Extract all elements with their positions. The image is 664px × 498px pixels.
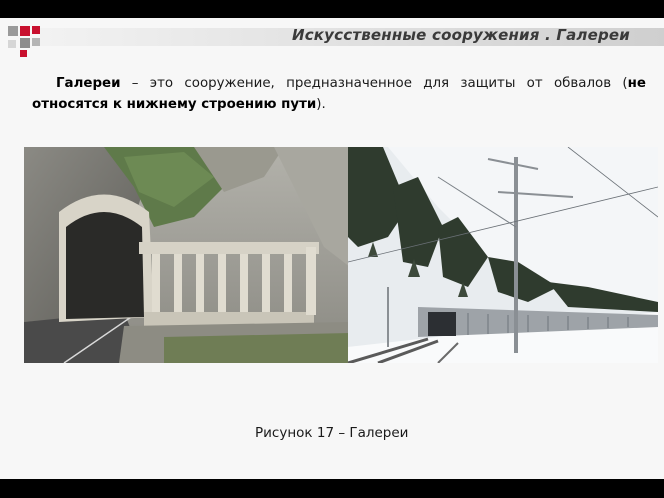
gallery-photo-snow [348, 147, 658, 363]
intro-text: это сооружение, предназначенное для защи… [149, 76, 628, 91]
intro-dash: – [120, 76, 150, 91]
slide: Искусственные сооружения . Галереи Галер… [0, 18, 664, 479]
page-title: Искусственные сооружения . Галереи [291, 26, 630, 44]
gallery-photo-arched [24, 147, 350, 363]
intro-term: Галереи [56, 76, 121, 91]
intro-closing: ). [316, 97, 326, 112]
figure-caption: Рисунок 17 – Галереи [255, 425, 409, 441]
intro-paragraph: Галереи – это сооружение, предназначенно… [32, 73, 646, 115]
